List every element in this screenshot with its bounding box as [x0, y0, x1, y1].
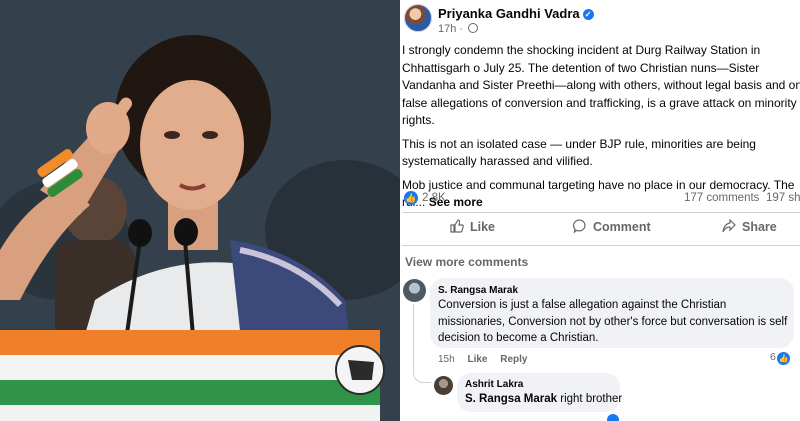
reply-message: right brother [560, 393, 623, 405]
like-reaction-icon: 👍 [404, 191, 418, 205]
comment-button[interactable]: Comment [573, 219, 651, 234]
post-stats: 👍 2.8K 177 comments 197 sha [402, 190, 800, 208]
shares-count[interactable]: 197 sha [766, 192, 800, 204]
comment-time[interactable]: 15h [438, 354, 455, 365]
post-paragraph-2: This is not an isolated case — under BJP… [402, 136, 756, 169]
comment-reply-button[interactable]: Reply [500, 354, 527, 365]
comment-like-button[interactable]: Like [467, 354, 487, 365]
share-label: Share [742, 220, 777, 234]
reply-reaction-icon [607, 414, 619, 421]
reactions-count[interactable]: 2.8K [422, 192, 446, 204]
post-meta: 17h · [438, 23, 479, 35]
verified-badge-icon: ✓ [582, 9, 594, 20]
reply-author-name[interactable]: Ashrit Lakra [465, 379, 523, 390]
comment-bubble: S. Rangsa Marak Conversion is just a fal… [430, 278, 794, 348]
share-button[interactable]: Share [722, 219, 777, 234]
comment-actions: 15h Like Reply [438, 354, 528, 365]
post-header: Priyanka Gandhi Vadra ✓ 17h · [402, 4, 798, 38]
reply-thread-line [413, 304, 431, 383]
reply-bubble: Ashrit Lakra S. Rangsa Marak right broth… [457, 373, 622, 412]
like-button[interactable]: Like [450, 219, 495, 234]
comment-label: Comment [593, 220, 651, 234]
actions-divider-bottom [402, 245, 800, 246]
post-actions-bar: Like Comment Share [402, 213, 800, 243]
comment-text: Conversion is just a false allegation ag… [438, 299, 788, 344]
view-more-comments-link[interactable]: View more comments [405, 255, 528, 269]
comments-count[interactable]: 177 comments [684, 192, 759, 204]
reply-mention[interactable]: S. Rangsa Marak [465, 393, 557, 405]
comment-icon [573, 219, 586, 233]
post-photo [0, 0, 400, 421]
like-label: Like [470, 220, 496, 234]
author-name[interactable]: Priyanka Gandhi Vadra [438, 6, 580, 21]
commenter-name[interactable]: S. Rangsa Marak [438, 285, 518, 296]
post-paragraph-1: I strongly condemn the shocking incident… [402, 43, 800, 127]
author-name-row: Priyanka Gandhi Vadra ✓ [438, 6, 594, 21]
commenter-avatar[interactable] [403, 279, 426, 302]
comment-like-reaction-icon: 👍 [777, 352, 790, 365]
speaker-photo-illustration [0, 0, 400, 421]
thumbs-up-icon [450, 219, 464, 233]
reply-avatar[interactable] [434, 376, 453, 395]
post-time[interactable]: 17h [438, 23, 456, 35]
reply-text: S. Rangsa Marak right brother [465, 393, 622, 405]
author-avatar[interactable] [404, 4, 432, 32]
globe-icon [468, 23, 479, 33]
comment-reaction-count[interactable]: 6 [770, 351, 776, 363]
share-icon [722, 219, 736, 233]
